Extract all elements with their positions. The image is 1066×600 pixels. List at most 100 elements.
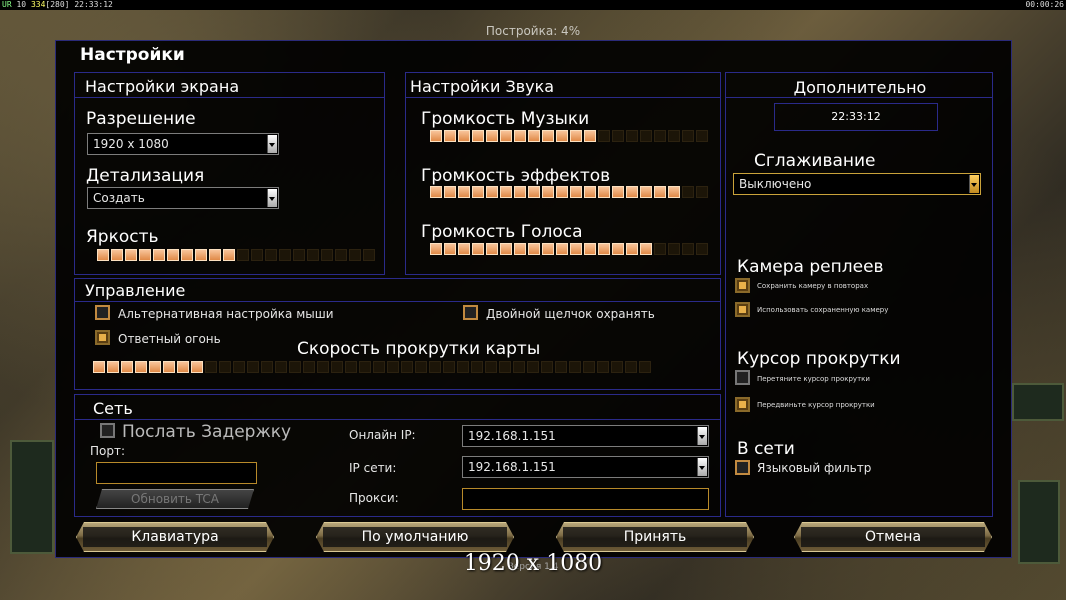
slider-segment[interactable] (555, 361, 567, 373)
slider-segment[interactable] (444, 243, 456, 255)
brightness-slider[interactable] (97, 249, 375, 261)
slider-segment[interactable] (223, 249, 235, 261)
slider-segment[interactable] (415, 361, 427, 373)
chevron-down-icon[interactable] (267, 135, 277, 153)
move-cursor-checkbox[interactable] (735, 397, 750, 412)
effects-volume-slider[interactable] (430, 186, 708, 198)
slider-segment[interactable] (541, 361, 553, 373)
slider-segment[interactable] (500, 243, 512, 255)
online-ip-dropdown[interactable]: 192.168.1.151 (462, 425, 709, 447)
slider-segment[interactable] (345, 361, 357, 373)
slider-segment[interactable] (93, 361, 105, 373)
slider-segment[interactable] (556, 130, 568, 142)
slider-segment[interactable] (472, 186, 484, 198)
slider-segment[interactable] (486, 186, 498, 198)
defaults-button[interactable]: По умолчанию (316, 522, 514, 552)
slider-segment[interactable] (349, 249, 361, 261)
slider-segment[interactable] (472, 130, 484, 142)
slider-segment[interactable] (149, 361, 161, 373)
slider-segment[interactable] (111, 249, 123, 261)
slider-segment[interactable] (556, 186, 568, 198)
slider-segment[interactable] (654, 243, 666, 255)
slider-segment[interactable] (486, 243, 498, 255)
slider-segment[interactable] (307, 249, 319, 261)
slider-segment[interactable] (97, 249, 109, 261)
slider-segment[interactable] (107, 361, 119, 373)
slider-segment[interactable] (668, 243, 680, 255)
scroll-speed-slider[interactable] (93, 361, 651, 373)
proxy-input[interactable] (462, 488, 709, 510)
antialiasing-dropdown[interactable]: Выключено (733, 173, 981, 195)
slider-segment[interactable] (485, 361, 497, 373)
slider-segment[interactable] (167, 249, 179, 261)
double-click-guard-checkbox[interactable] (463, 305, 478, 320)
slider-segment[interactable] (458, 243, 470, 255)
slider-segment[interactable] (626, 130, 638, 142)
slider-segment[interactable] (584, 186, 596, 198)
slider-segment[interactable] (429, 361, 441, 373)
slider-segment[interactable] (177, 361, 189, 373)
slider-segment[interactable] (335, 249, 347, 261)
drag-cursor-checkbox[interactable] (735, 370, 750, 385)
slider-segment[interactable] (682, 130, 694, 142)
slider-segment[interactable] (514, 186, 526, 198)
chevron-down-icon[interactable] (969, 175, 979, 193)
slider-segment[interactable] (251, 249, 263, 261)
slider-segment[interactable] (363, 249, 375, 261)
slider-segment[interactable] (626, 243, 638, 255)
accept-button[interactable]: Принять (556, 522, 754, 552)
slider-segment[interactable] (626, 186, 638, 198)
slider-segment[interactable] (430, 130, 442, 142)
slider-segment[interactable] (499, 361, 511, 373)
slider-segment[interactable] (486, 130, 498, 142)
slider-segment[interactable] (135, 361, 147, 373)
slider-segment[interactable] (401, 361, 413, 373)
slider-segment[interactable] (570, 130, 582, 142)
slider-segment[interactable] (682, 186, 694, 198)
slider-segment[interactable] (500, 186, 512, 198)
slider-segment[interactable] (387, 361, 399, 373)
slider-segment[interactable] (625, 361, 637, 373)
slider-segment[interactable] (471, 361, 483, 373)
slider-segment[interactable] (373, 361, 385, 373)
slider-segment[interactable] (205, 361, 217, 373)
cancel-button[interactable]: Отмена (794, 522, 992, 552)
slider-segment[interactable] (528, 243, 540, 255)
chevron-down-icon[interactable] (697, 458, 707, 476)
music-volume-slider[interactable] (430, 130, 708, 142)
slider-segment[interactable] (584, 243, 596, 255)
slider-segment[interactable] (696, 186, 708, 198)
chevron-down-icon[interactable] (697, 427, 707, 445)
slider-segment[interactable] (457, 361, 469, 373)
slider-segment[interactable] (121, 361, 133, 373)
slider-segment[interactable] (219, 361, 231, 373)
slider-segment[interactable] (612, 243, 624, 255)
slider-segment[interactable] (293, 249, 305, 261)
slider-segment[interactable] (640, 130, 652, 142)
voice-volume-slider[interactable] (430, 243, 708, 255)
slider-segment[interactable] (430, 243, 442, 255)
slider-segment[interactable] (611, 361, 623, 373)
slider-segment[interactable] (528, 186, 540, 198)
slider-segment[interactable] (542, 243, 554, 255)
slider-segment[interactable] (303, 361, 315, 373)
slider-segment[interactable] (584, 130, 596, 142)
slider-segment[interactable] (696, 243, 708, 255)
chevron-down-icon[interactable] (267, 189, 277, 207)
slider-segment[interactable] (444, 130, 456, 142)
slider-segment[interactable] (458, 130, 470, 142)
slider-segment[interactable] (570, 186, 582, 198)
slider-segment[interactable] (640, 243, 652, 255)
update-tca-button[interactable]: Обновить TCA (96, 489, 254, 509)
slider-segment[interactable] (514, 130, 526, 142)
slider-segment[interactable] (598, 243, 610, 255)
slider-segment[interactable] (696, 130, 708, 142)
slider-segment[interactable] (598, 130, 610, 142)
slider-segment[interactable] (444, 186, 456, 198)
slider-segment[interactable] (209, 249, 221, 261)
slider-segment[interactable] (513, 361, 525, 373)
save-replay-camera-checkbox[interactable] (735, 278, 750, 293)
slider-segment[interactable] (275, 361, 287, 373)
slider-segment[interactable] (443, 361, 455, 373)
port-input[interactable] (96, 462, 257, 484)
